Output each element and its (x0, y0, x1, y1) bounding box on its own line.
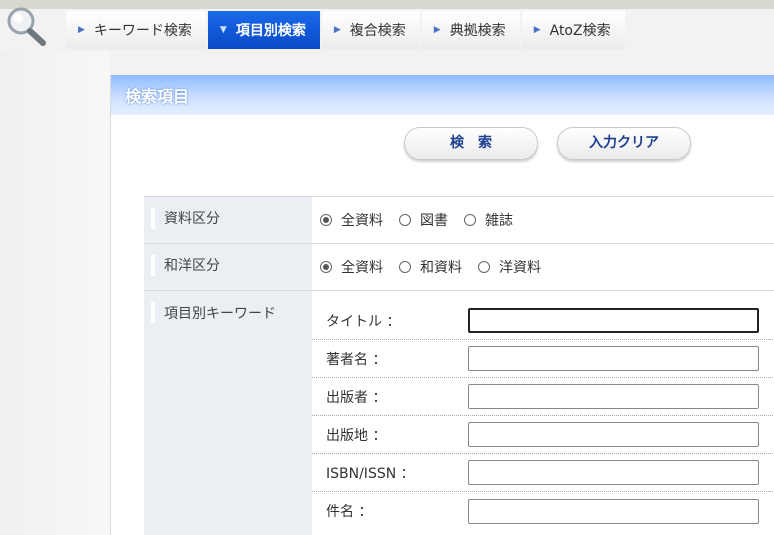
keyword-row: 項目別キーワード タイトル ： 著者名 ： 出版者 ： 出版地 ： ISBN/I… (144, 291, 774, 535)
tab-label: AtoZ検索 (549, 23, 611, 39)
tab-label: 項目別検索 (235, 23, 306, 39)
search-tabs: ▶ キーワード検索 ▼ 項目別検索 ▶ 複合検索 ▶ 典拠検索 ▶ AtoZ検索 (66, 11, 627, 49)
material-type-options: 全資料 図書 雑誌 (312, 197, 774, 243)
tab-label: キーワード検索 (93, 23, 192, 39)
radio-language-all[interactable]: 全資料 (320, 257, 383, 277)
keyword-field-row: 件名 ： (312, 492, 774, 530)
radio-language-western[interactable]: 洋資料 (478, 257, 541, 277)
radio-label: 洋資料 (499, 260, 541, 276)
keyword-label: 項目別キーワード (144, 291, 312, 535)
tab-label: 複合検索 (349, 23, 406, 39)
place-label: 出版地 ： (326, 427, 387, 444)
radio-material-books[interactable]: 図書 (399, 210, 448, 230)
tab-authority-search[interactable]: ▶ 典拠検索 (421, 11, 520, 49)
material-type-label: 資料区分 (144, 197, 312, 243)
clear-button[interactable]: 入力クリア (557, 127, 691, 160)
search-panel: 検索項目 検 索 入力クリア 資料区分 全資料 図書 雑誌 和洋区分 全資料 和… (110, 75, 774, 535)
search-form: 資料区分 全資料 図書 雑誌 和洋区分 全資料 和資料 洋資料 項目別キーワード… (144, 196, 774, 535)
language-type-row: 和洋区分 全資料 和資料 洋資料 (144, 244, 774, 291)
author-input[interactable] (468, 346, 759, 371)
keyword-field-row: 著者名 ： (312, 340, 774, 378)
tab-keyword-search[interactable]: ▶ キーワード検索 (66, 11, 206, 49)
publisher-label: 出版者 ： (326, 389, 387, 406)
subject-label: 件名 ： (326, 504, 373, 520)
radio-unchecked-icon (399, 214, 411, 226)
triangle-right-icon: ▶ (333, 25, 341, 35)
title-input[interactable] (468, 308, 759, 333)
radio-checked-icon (320, 214, 332, 226)
top-bar (0, 0, 774, 9)
tab-combined-search[interactable]: ▶ 複合検索 (321, 11, 420, 49)
isbn-label: ISBN/ISSN ： (326, 465, 415, 482)
left-margin (0, 52, 110, 535)
language-type-label: 和洋区分 (144, 244, 312, 290)
triangle-right-icon: ▶ (533, 25, 541, 35)
radio-label: 雑誌 (485, 213, 513, 229)
tab-label: 典拠検索 (449, 23, 506, 39)
radio-material-journals[interactable]: 雑誌 (464, 210, 513, 230)
keyword-field-row: 出版者 ： (312, 378, 774, 416)
keyword-fields: タイトル ： 著者名 ： 出版者 ： 出版地 ： ISBN/ISSN ： 件名 … (312, 291, 774, 535)
radio-label: 全資料 (341, 260, 383, 276)
tab-atoz-search[interactable]: ▶ AtoZ検索 (521, 11, 625, 49)
radio-label: 和資料 (420, 260, 462, 276)
author-label: 著者名 ： (326, 351, 387, 368)
radio-label: 全資料 (341, 213, 383, 229)
keyword-field-row: タイトル ： (312, 291, 774, 340)
triangle-down-icon: ▼ (219, 25, 227, 35)
place-input[interactable] (468, 422, 759, 447)
radio-checked-icon (320, 261, 332, 273)
tab-field-search[interactable]: ▼ 項目別検索 (207, 11, 320, 49)
search-button[interactable]: 検 索 (404, 127, 538, 160)
keyword-field-row: 出版地 ： (312, 416, 774, 454)
radio-unchecked-icon (464, 214, 476, 226)
panel-title: 検索項目 (111, 75, 774, 115)
keyword-field-row: ISBN/ISSN ： (312, 454, 774, 492)
radio-unchecked-icon (399, 261, 411, 273)
magnifier-icon (7, 7, 46, 46)
publisher-input[interactable] (468, 384, 759, 409)
material-type-row: 資料区分 全資料 図書 雑誌 (144, 197, 774, 244)
triangle-right-icon: ▶ (433, 25, 441, 35)
radio-label: 図書 (420, 213, 448, 229)
title-label: タイトル ： (326, 313, 401, 330)
language-type-options: 全資料 和資料 洋資料 (312, 244, 774, 290)
radio-material-all[interactable]: 全資料 (320, 210, 383, 230)
radio-language-japanese[interactable]: 和資料 (399, 257, 462, 277)
triangle-right-icon: ▶ (78, 25, 85, 35)
radio-unchecked-icon (478, 261, 490, 273)
subject-input[interactable] (468, 498, 759, 524)
isbn-input[interactable] (468, 460, 759, 485)
